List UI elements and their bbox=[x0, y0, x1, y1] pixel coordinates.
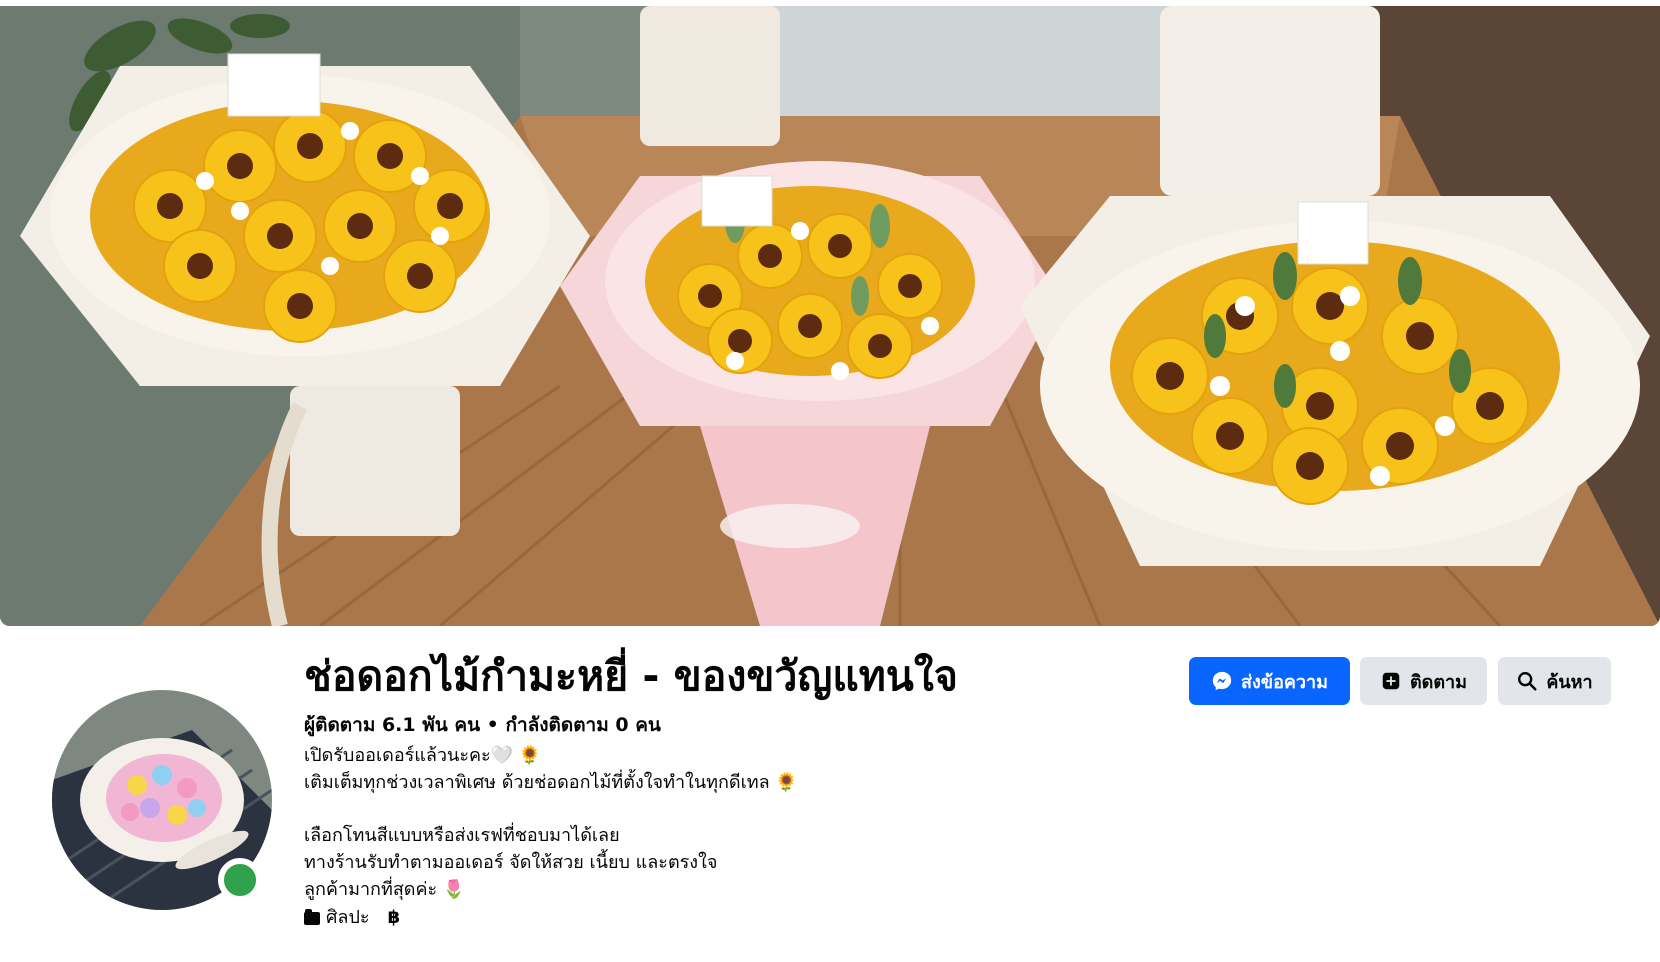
follow-button[interactable]: ติดตาม bbox=[1360, 657, 1487, 705]
search-button[interactable]: ค้นหา bbox=[1498, 657, 1611, 705]
send-message-label: ส่งข้อความ bbox=[1240, 671, 1328, 693]
bio-line bbox=[304, 796, 798, 822]
search-label: ค้นหา bbox=[1546, 671, 1593, 693]
online-status-indicator bbox=[218, 858, 262, 902]
search-icon bbox=[1518, 672, 1537, 691]
category-icon bbox=[304, 908, 320, 925]
cover-image bbox=[0, 6, 1660, 626]
messenger-icon bbox=[1212, 671, 1232, 691]
send-message-button[interactable]: ส่งข้อความ bbox=[1189, 657, 1350, 705]
stats-separator: • bbox=[480, 714, 506, 736]
page-meta: ศิลปะ ฿ bbox=[304, 905, 400, 931]
cover-photo[interactable] bbox=[0, 6, 1660, 626]
page-title: ช่อดอกไม้กำมะหยี่ - ของขวัญแทนใจ bbox=[304, 652, 958, 700]
category-label[interactable]: ศิลปะ bbox=[326, 905, 370, 931]
bio-line: ลูกค้ามากที่สุดค่ะ 🌷 bbox=[304, 879, 466, 900]
follow-stats: ผู้ติดตาม 6.1 พัน คน • กำลังติดตาม 0 คน bbox=[304, 712, 661, 738]
follow-label: ติดตาม bbox=[1409, 671, 1468, 693]
bio-line: เปิดรับออเดอร์แล้วนะคะ🤍 🌻 bbox=[304, 745, 542, 766]
bio-line: เลือกโทนสีแบบหรือส่งเรฟที่ชอบมาได้เลย bbox=[304, 825, 620, 846]
following-link[interactable]: กำลังติดตาม 0 คน bbox=[505, 714, 660, 736]
follow-icon bbox=[1382, 672, 1400, 690]
bio-line: ทางร้านรับทำตามออเดอร์ จัดให้สวย เนี้ยบ … bbox=[304, 852, 718, 873]
bio-line: เติมเต็มทุกช่วงเวลาพิเศษ ด้วยช่อดอกไม้ที… bbox=[304, 772, 798, 793]
followers-link[interactable]: ผู้ติดตาม 6.1 พัน คน bbox=[304, 714, 480, 736]
page-bio: เปิดรับออเดอร์แล้วนะคะ🤍 🌻 เติมเต็มทุกช่ว… bbox=[304, 742, 798, 903]
baht-icon: ฿ bbox=[387, 907, 401, 928]
